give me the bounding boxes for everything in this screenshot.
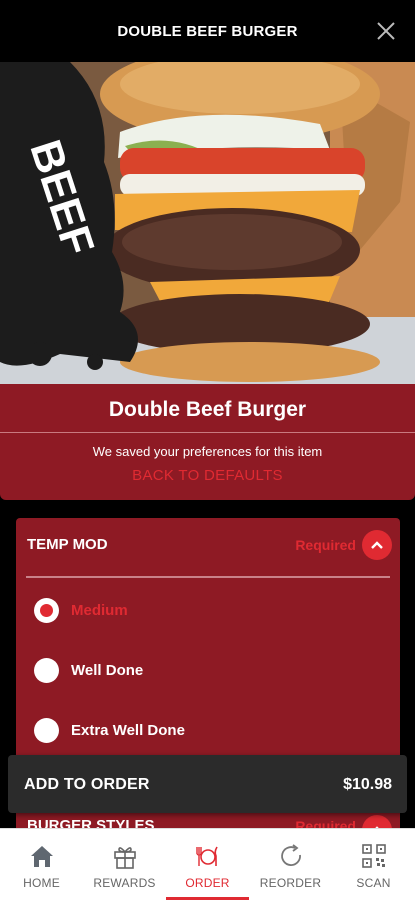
nav-label: HOME — [23, 876, 60, 890]
close-icon[interactable] — [375, 20, 397, 42]
option-well-done[interactable]: Well Done — [34, 655, 143, 685]
qr-code-icon — [361, 844, 386, 868]
nav-home[interactable]: HOME — [0, 829, 83, 900]
hero-image: BEEF — [0, 62, 415, 384]
header-title: DOUBLE BEEF BURGER — [117, 22, 298, 40]
info-divider — [0, 432, 415, 433]
add-to-order-label: ADD TO ORDER — [24, 776, 150, 793]
radio-well-done[interactable] — [34, 657, 59, 683]
collapse-button[interactable] — [362, 530, 392, 560]
nav-reorder[interactable]: REORDER — [249, 829, 332, 900]
burger-photo: BEEF — [0, 62, 415, 384]
option-medium[interactable]: Medium — [34, 595, 128, 625]
option-extra-well-done[interactable]: Extra Well Done — [34, 715, 185, 745]
home-icon — [30, 846, 53, 867]
nav-rewards[interactable]: REWARDS — [83, 829, 166, 900]
modifier-divider — [26, 576, 390, 578]
required-label: Required — [295, 537, 356, 553]
nav-scan[interactable]: SCAN — [332, 829, 415, 900]
bottom-navigation: HOME REWARDS ORDER REORDER SCAN — [0, 828, 415, 900]
temp-mod-title: TEMP MOD — [27, 536, 108, 553]
nav-label: REWARDS — [93, 876, 156, 890]
gift-icon — [113, 847, 136, 869]
item-title: Double Beef Burger — [108, 398, 307, 421]
radio-medium[interactable] — [34, 597, 59, 623]
option-label: Extra Well Done — [71, 721, 185, 739]
chevron-up-icon — [371, 541, 383, 549]
nav-label: REORDER — [259, 876, 322, 890]
order-price: $10.98 — [343, 776, 392, 793]
nav-label: ORDER — [185, 876, 230, 890]
temp-mod-header[interactable]: TEMP MOD Required — [16, 518, 400, 574]
add-to-order-button[interactable]: ADD TO ORDER $10.98 — [8, 755, 407, 813]
back-to-defaults-link[interactable]: BACK TO DEFAULTS — [0, 467, 415, 484]
plate-icon — [195, 846, 218, 866]
saved-preferences-text: We saved your preferences for this item — [92, 444, 323, 459]
option-label: Medium — [71, 601, 128, 619]
radio-extra-well-done[interactable] — [34, 717, 59, 743]
nav-order[interactable]: ORDER — [166, 829, 249, 900]
nav-label: SCAN — [356, 876, 391, 890]
option-label: Well Done — [71, 661, 144, 679]
header-bar: DOUBLE BEEF BURGER — [0, 0, 415, 62]
item-info-panel: Double Beef Burger We saved your prefere… — [0, 384, 415, 500]
refresh-icon — [280, 844, 301, 866]
